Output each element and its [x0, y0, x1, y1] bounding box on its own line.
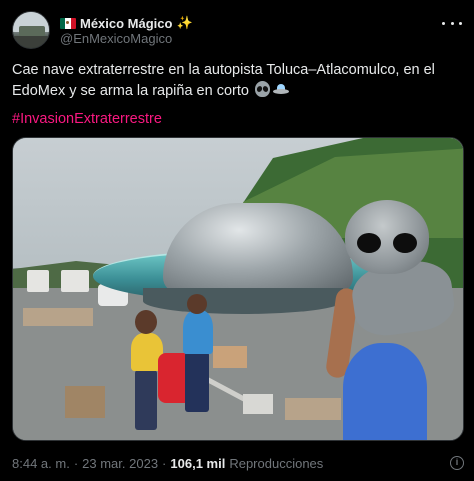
- tweet-photo[interactable]: [12, 137, 464, 441]
- photo-box: [65, 386, 105, 418]
- photo-person: [183, 310, 213, 354]
- info-icon[interactable]: i: [450, 456, 464, 470]
- tweet-text: Cae nave extraterrestre en la autopista …: [12, 62, 435, 99]
- photo-debris: [23, 308, 93, 326]
- photo-alien-eye: [393, 233, 417, 253]
- flying-saucer-emoji-icon: [272, 84, 289, 96]
- separator: ·: [73, 455, 79, 471]
- photo-person-head: [135, 310, 157, 334]
- photo-truck: [27, 270, 49, 292]
- photo-ufo-base: [143, 288, 343, 314]
- sparkle-icon: ✨: [176, 15, 193, 30]
- hashtag-link[interactable]: #InvasionExtraterrestre: [12, 111, 162, 127]
- tweet-time[interactable]: 8:44 a. m.: [12, 456, 70, 471]
- author-name-row[interactable]: México Mágico ✨: [60, 14, 193, 32]
- photo-box: [243, 394, 273, 414]
- tweet-meta: 8:44 a. m. · 23 mar. 2023 · 106,1 mil Re…: [12, 454, 323, 472]
- photo-box: [285, 398, 341, 420]
- alien-emoji-icon: [254, 81, 270, 97]
- photo-person-head: [187, 294, 207, 314]
- photo-truck: [61, 270, 89, 292]
- tweet-text-block: Cae nave extraterrestre en la autopista …: [12, 60, 464, 102]
- views-label: Reproducciones: [229, 455, 324, 471]
- author-handle[interactable]: @EnMexicoMagico: [60, 31, 172, 46]
- photo-person: [185, 352, 209, 412]
- author-display-name[interactable]: México Mágico: [80, 16, 172, 31]
- mexico-flag-icon: [60, 17, 76, 29]
- avatar[interactable]: [12, 11, 50, 49]
- photo-alien-eye: [357, 233, 381, 253]
- photo-box: [213, 346, 247, 368]
- photo-alien-head: [345, 200, 429, 274]
- photo-person: [135, 370, 157, 430]
- photo-person: [343, 343, 427, 440]
- more-options-icon[interactable]: [442, 16, 462, 30]
- views-count: 106,1 mil: [170, 455, 226, 471]
- tweet-header: México Mágico ✨ @EnMexicoMagico: [12, 10, 462, 50]
- tweet-date[interactable]: 23 mar. 2023: [82, 456, 158, 471]
- separator: ·: [162, 455, 167, 471]
